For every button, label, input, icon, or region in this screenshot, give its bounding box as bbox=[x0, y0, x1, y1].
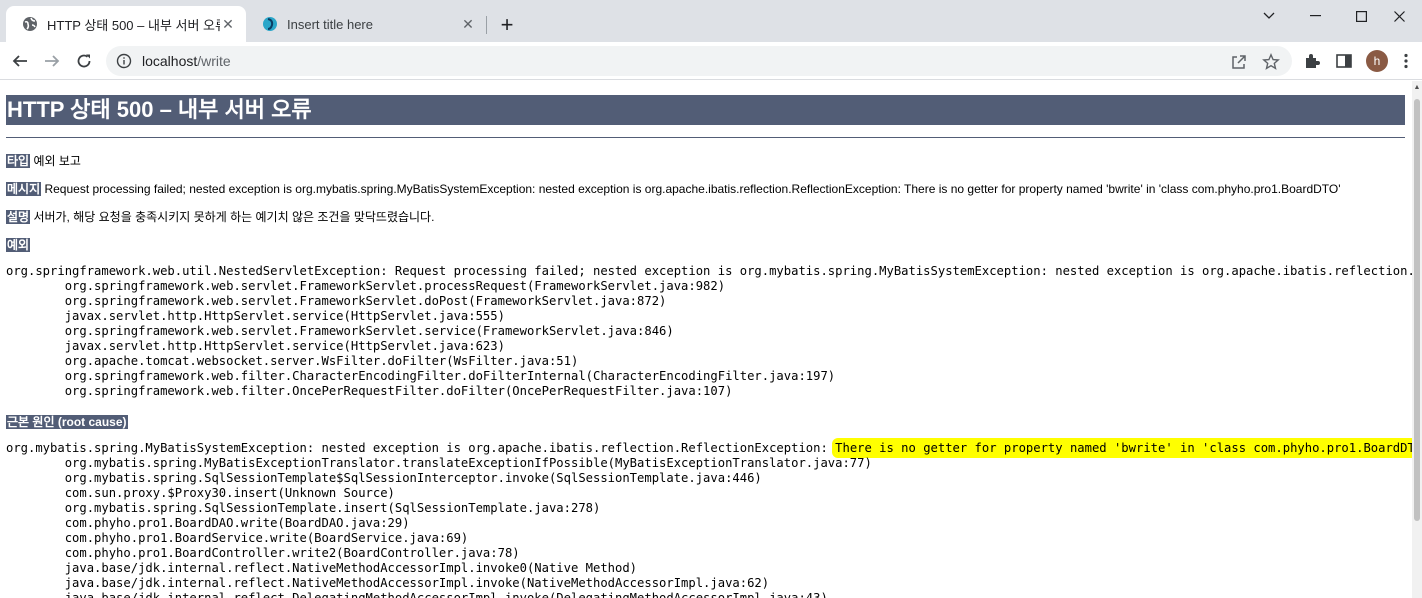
message-value: Request processing failed; nested except… bbox=[44, 182, 1341, 196]
globe-icon bbox=[22, 16, 38, 32]
browser-toolbar: localhost/write bbox=[0, 42, 1422, 80]
stack-frame-line: com.phyho.pro1.BoardDAO.write(BoardDAO.j… bbox=[6, 516, 410, 530]
scroll-up-icon[interactable]: ▲ bbox=[1412, 81, 1422, 95]
message-label: 메시지 bbox=[6, 182, 42, 196]
tab-strip: HTTP 상태 500 – 내부 서버 오류 ✕ Insert title he… bbox=[0, 0, 1422, 42]
description-label: 설명 bbox=[6, 210, 31, 224]
vertical-scrollbar[interactable]: ▲ bbox=[1412, 81, 1422, 598]
stack-frame-line: org.springframework.web.filter.Character… bbox=[6, 369, 836, 383]
tab-insert-title[interactable]: Insert title here ✕ bbox=[246, 6, 486, 42]
eclipse-icon bbox=[262, 16, 278, 32]
message-row: 메시지 Request processing failed; nested ex… bbox=[6, 180, 1341, 197]
stack-frame-line: javax.servlet.http.HttpServlet.service(H… bbox=[6, 339, 505, 353]
close-icon[interactable]: ✕ bbox=[220, 16, 236, 32]
stack-frame-line: javax.servlet.http.HttpServlet.service(H… bbox=[6, 309, 505, 323]
kebab-menu-icon[interactable] bbox=[1396, 51, 1416, 71]
url-path: /write bbox=[197, 53, 231, 69]
page-viewport: HTTP 상태 500 – 내부 서버 오류 타입 예외 보고 메시지 Requ… bbox=[0, 81, 1412, 598]
stack-frame-line: org.springframework.web.servlet.Framewor… bbox=[6, 324, 674, 338]
tab-separator bbox=[486, 16, 487, 34]
stack-frame-line: com.sun.proxy.$Proxy30.insert(Unknown So… bbox=[6, 486, 395, 500]
reload-button[interactable] bbox=[70, 47, 98, 75]
minimize-button[interactable] bbox=[1292, 0, 1338, 32]
stack-frame-line: com.phyho.pro1.BoardService.write(BoardS… bbox=[6, 531, 469, 545]
type-row: 타입 예외 보고 bbox=[6, 152, 81, 169]
tab-title: Insert title here bbox=[287, 16, 373, 32]
new-tab-button[interactable]: + bbox=[494, 13, 520, 39]
tab-title: HTTP 상태 500 – 내부 서버 오류 bbox=[47, 17, 220, 33]
stack-frame-line: org.mybatis.spring.SqlSessionTemplate$Sq… bbox=[6, 471, 762, 485]
stack-frame-line: java.base/jdk.internal.reflect.NativeMet… bbox=[6, 561, 638, 575]
chevron-down-icon[interactable] bbox=[1246, 0, 1292, 32]
root-cause-prefix: org.mybatis.spring.MyBatisSystemExceptio… bbox=[6, 441, 836, 455]
description-row: 설명 서버가, 해당 요청을 충족시키지 못하게 하는 예기치 않은 조건을 맞… bbox=[6, 208, 434, 225]
type-label: 타입 bbox=[6, 154, 31, 168]
tab-error-page[interactable]: HTTP 상태 500 – 내부 서버 오류 ✕ bbox=[6, 6, 246, 42]
stack-frame-line: org.springframework.web.filter.OncePerRe… bbox=[6, 384, 733, 398]
root-cause-heading: 근본 원인 (root cause) bbox=[6, 413, 128, 430]
url-host: localhost bbox=[142, 53, 198, 69]
address-url: localhost/write bbox=[142, 53, 231, 69]
description-value: 서버가, 해당 요청을 충족시키지 못하게 하는 예기치 않은 조건을 맞닥뜨렸… bbox=[33, 210, 435, 224]
root-cause-first-line: org.mybatis.spring.MyBatisSystemExceptio… bbox=[6, 441, 1412, 456]
stack-frame-line: org.springframework.web.util.NestedServl… bbox=[6, 264, 1412, 278]
stack-frame-line: com.phyho.pro1.BoardController.write2(Bo… bbox=[6, 546, 520, 560]
share-icon[interactable] bbox=[1230, 53, 1248, 71]
exception-heading: 예외 bbox=[6, 236, 31, 253]
divider bbox=[6, 137, 1405, 138]
forward-button[interactable] bbox=[38, 47, 66, 75]
root-cause-label: 근본 원인 (root cause) bbox=[6, 415, 128, 429]
stack-frame-line: org.mybatis.spring.MyBatisExceptionTrans… bbox=[6, 456, 872, 470]
address-bar[interactable]: localhost/write bbox=[106, 46, 1292, 76]
profile-avatar[interactable]: h bbox=[1366, 50, 1388, 72]
stack-frame-line: org.mybatis.spring.SqlSessionTemplate.in… bbox=[6, 501, 601, 515]
stack-frame-line: org.springframework.web.servlet.Framewor… bbox=[6, 294, 667, 308]
info-icon[interactable] bbox=[116, 53, 132, 69]
window-close-button[interactable] bbox=[1376, 0, 1422, 32]
extensions-icon[interactable] bbox=[1302, 51, 1322, 71]
exception-stacktrace: org.springframework.web.util.NestedServl… bbox=[6, 264, 1412, 399]
type-value: 예외 보고 bbox=[33, 154, 81, 168]
scrollbar-thumb[interactable] bbox=[1414, 99, 1420, 521]
back-button[interactable] bbox=[6, 47, 34, 75]
stack-frame-line: org.apache.tomcat.websocket.server.WsFil… bbox=[6, 354, 579, 368]
bookmark-star-icon[interactable] bbox=[1262, 53, 1280, 71]
page-title: HTTP 상태 500 – 내부 서버 오류 bbox=[6, 95, 1405, 125]
exception-label: 예외 bbox=[6, 238, 31, 252]
side-panel-icon[interactable] bbox=[1334, 51, 1354, 71]
root-cause-highlight: There is no getter for property named 'b… bbox=[835, 441, 1412, 455]
root-cause-stacktrace: org.mybatis.spring.MyBatisExceptionTrans… bbox=[6, 456, 872, 598]
stack-frame-line: org.springframework.web.servlet.Framewor… bbox=[6, 279, 726, 293]
close-icon[interactable]: ✕ bbox=[460, 16, 476, 32]
stack-frame-line: java.base/jdk.internal.reflect.NativeMet… bbox=[6, 576, 770, 590]
stack-frame-line: java.base/jdk.internal.reflect.Delegatin… bbox=[6, 591, 828, 598]
